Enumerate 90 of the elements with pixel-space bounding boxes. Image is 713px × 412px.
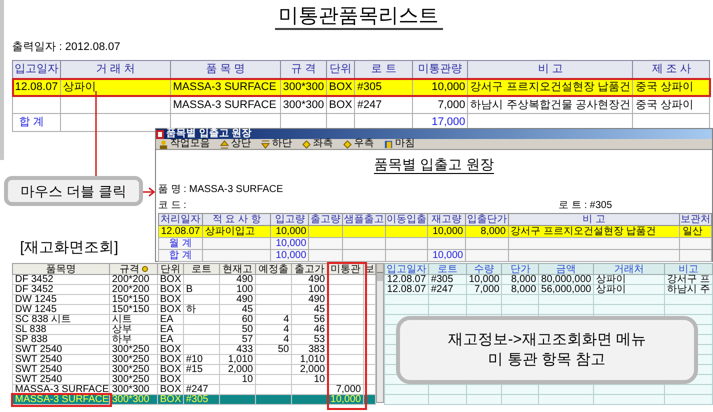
window-title: 품목별 입출고 원장 — [166, 129, 252, 139]
table-row[interactable]: 12.08.07 상파이 MASSA-3 SURFACE 300*300 BOX #305 10,000 강서구 프르지오건설현장 납품건 중국 상파이 — [12, 78, 710, 96]
column-header: 품목명 — [12, 264, 110, 274]
column-header: 보관처 — [680, 214, 712, 226]
table-cell — [342, 250, 386, 262]
table-cell: 하남시 주상복합건물 공사현장건 — [468, 96, 633, 114]
arrow-icon — [143, 187, 156, 197]
section-label: [재고화면조회] — [20, 239, 118, 256]
table-cell: BOX — [326, 96, 355, 114]
column-header: 샘플출고 — [342, 214, 386, 226]
toolbar-button[interactable]: 우측 — [343, 139, 374, 149]
column-header: 단위 — [326, 60, 355, 78]
item-name: 품 명 : MASSA-3 SURFACE — [158, 184, 284, 195]
column-header: 품 목 명 — [170, 60, 280, 78]
table-cell: 300*300 — [280, 78, 326, 96]
table-cell: #247 — [354, 96, 413, 114]
table-cell: 합 계 — [158, 250, 202, 262]
lot-label: 로 트 : #305 — [558, 200, 612, 211]
callout-text: 마우스 더블 클릭 — [20, 182, 126, 200]
column-header: 금액 — [538, 264, 594, 274]
table-cell — [308, 250, 342, 262]
total-label: 합 계 — [12, 114, 60, 131]
column-header: 규 격 — [280, 60, 326, 78]
person-icon — [159, 140, 168, 148]
column-header: 재고량 — [428, 214, 466, 226]
table-cell — [220, 394, 256, 404]
table-cell: 7,000 — [412, 96, 468, 114]
code-label: 코 드 : — [158, 200, 186, 211]
column-header: 로트 — [184, 264, 220, 274]
table-cell: #305 — [184, 394, 220, 404]
column-header: 제 조 사 — [632, 60, 710, 78]
column-header: 비 고 — [508, 214, 680, 226]
column-header: 수량 — [466, 264, 502, 274]
print-date: 출력일자 : 2012.08.07 — [12, 41, 120, 53]
table-cell: #305 — [354, 78, 413, 96]
toolbar-button[interactable]: 좌측 — [302, 139, 333, 149]
table-cell — [202, 250, 271, 262]
column-header: 출고가 — [292, 264, 328, 274]
column-header: 거 래 처 — [60, 60, 170, 78]
table-cell — [680, 250, 712, 262]
column-header: 로 트 — [354, 60, 413, 78]
report-title: 미통관품목리스트 — [274, 4, 442, 30]
table-cell: 12.08.07 — [12, 78, 60, 96]
ledger-heading: 품목별 입출고 원장 — [374, 156, 494, 174]
sort-indicator-icon — [142, 266, 148, 272]
column-header: 입고일자 — [12, 60, 60, 78]
table-row[interactable]: MASSA-3 SURFACE 300*300 BOX #247 7,000 하남시 주상복합건물 공사현장건 중국 상파이 — [12, 96, 710, 114]
column-header: 처리일자 — [158, 214, 202, 226]
up-arrow-icon — [220, 140, 229, 148]
table-cell — [256, 394, 292, 404]
toolbar-button[interactable]: 하단 — [261, 139, 292, 149]
column-header: 거래처 — [594, 264, 665, 274]
table-cell: BOX — [326, 78, 355, 96]
toolbar-button[interactable]: 마침 — [384, 139, 415, 149]
column-header: 입고일자 — [384, 264, 428, 274]
table-cell: 300*300 — [110, 394, 158, 404]
table-cell: MASSA-3 SURFACE — [170, 96, 280, 114]
column-header: 출고량 — [308, 214, 342, 226]
column-header: 비고 — [664, 264, 712, 274]
table-row[interactable]: MASSA-3 SURFACE 300*300 BOX #305 10,000 — [12, 394, 376, 404]
column-header: 입출단가 — [466, 214, 508, 226]
column-header: 규격 — [110, 264, 158, 274]
column-header: 미통관량 — [412, 60, 468, 78]
table-cell: 10,000 — [428, 250, 466, 262]
table-cell: MASSA-3 SURFACE — [12, 394, 110, 404]
column-header: 이동입출 — [385, 214, 428, 226]
table-cell: MASSA-3 SURFACE — [170, 78, 280, 96]
down-arrow-icon — [261, 140, 270, 148]
table-cell: 중국 상파이 — [632, 96, 710, 114]
column-header: 비 고 — [468, 60, 633, 78]
table-cell: BOX — [158, 394, 184, 404]
table-cell — [466, 250, 508, 262]
column-header: 현재고 — [220, 264, 256, 274]
table-cell: 10,000 — [270, 250, 309, 262]
column-header: 단위 — [158, 264, 184, 274]
table-cell — [12, 96, 60, 114]
note-text: 미 통관 항목 참고 — [488, 351, 606, 369]
table-cell: 10,000 — [328, 394, 364, 404]
table-cell: 상파이 — [60, 78, 170, 96]
toolbar-button[interactable]: 상단 — [220, 139, 251, 149]
column-header: 단가 — [502, 264, 539, 274]
column-header: 로트 — [428, 264, 466, 274]
table-cell — [385, 250, 428, 262]
column-header: 입고량 — [270, 214, 309, 226]
toolbar-button[interactable]: 작업모음 — [159, 139, 210, 149]
note-text: 재고정보->재고조회화면 메뉴 — [448, 331, 646, 349]
column-header: 예정출 — [256, 264, 292, 274]
column-header: 적 요 사 항 — [202, 214, 271, 226]
scrollbar[interactable] — [376, 263, 384, 403]
table-cell: 300*300 — [280, 96, 326, 114]
